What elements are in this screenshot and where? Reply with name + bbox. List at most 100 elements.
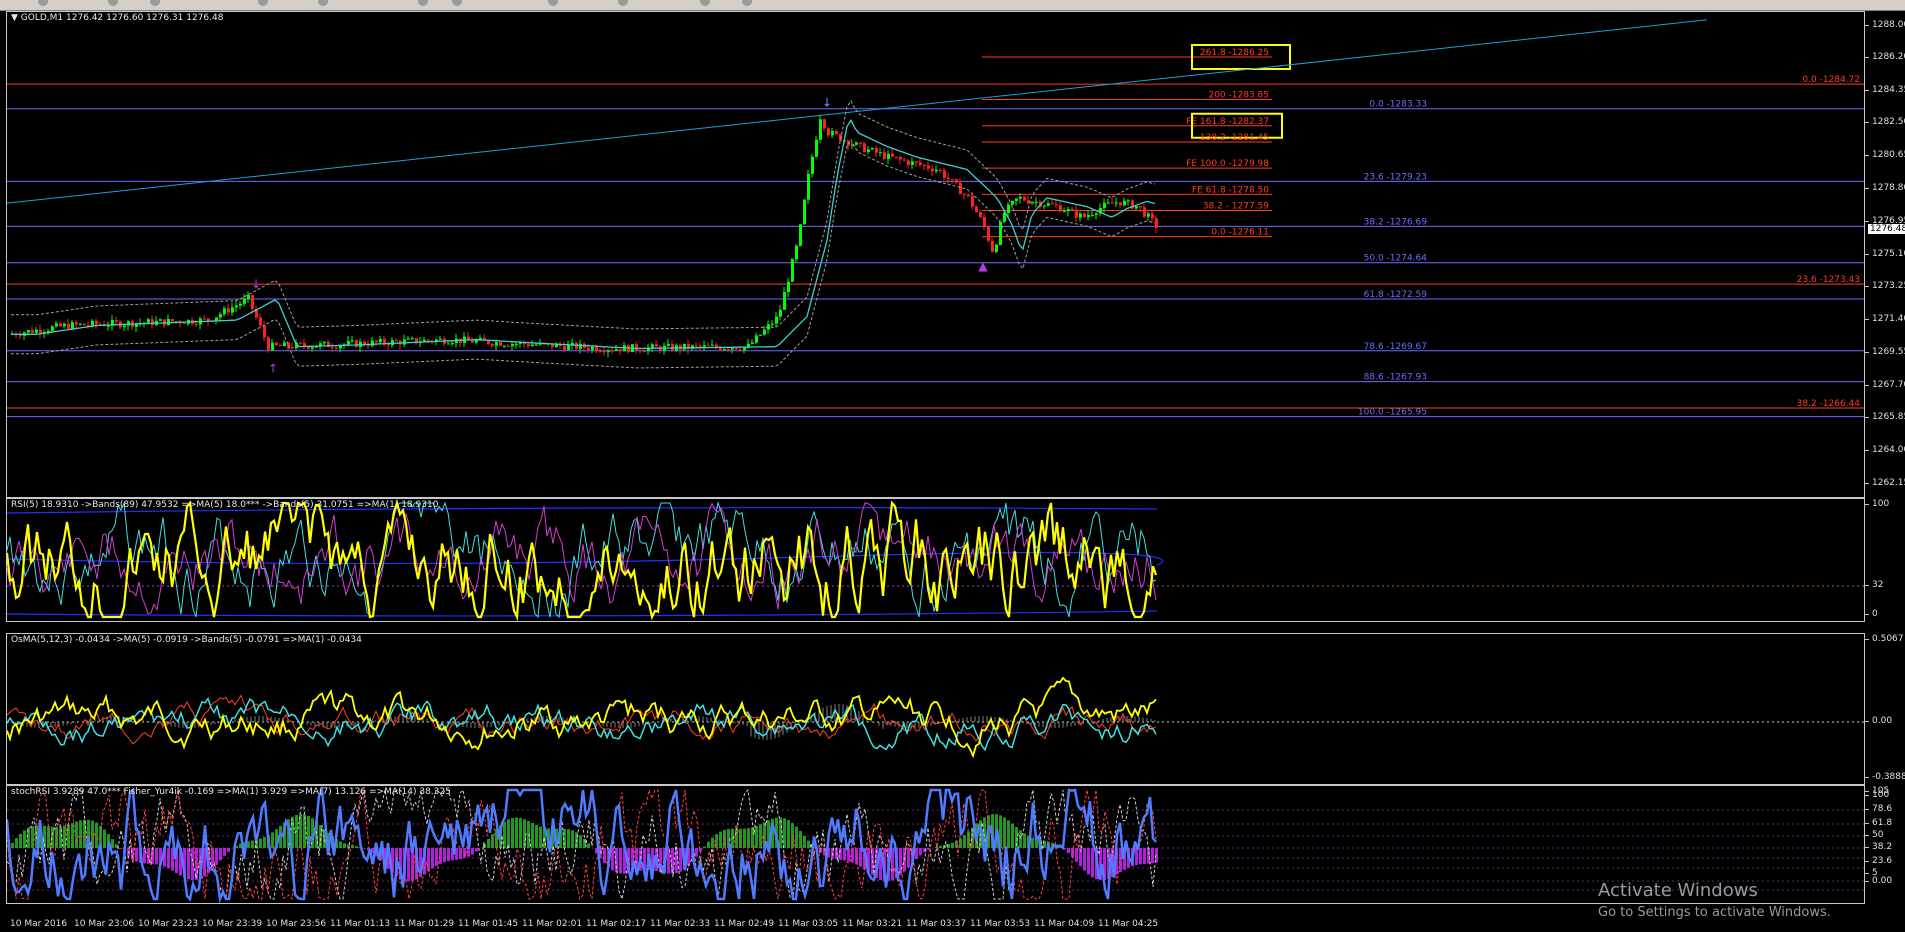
candle-body [223,308,226,314]
fib-level-label: 261.8 -1286.25 [1200,48,1269,58]
candle-body [151,319,154,325]
candle-body [1115,202,1118,203]
fib-level-label: 0.0 -1283.33 [1369,100,1427,110]
stochrsi-histogram-bar [759,824,762,848]
stochrsi-histogram-bar [463,848,466,858]
toolbar-icon[interactable] [742,0,752,6]
stochrsi-histogram-bar [1023,833,1026,848]
candle-body [1135,206,1138,208]
candle-body [355,340,358,347]
candle-body [527,344,530,346]
candle-body [1119,202,1122,205]
candle-body [1107,203,1110,204]
candle-body [171,319,174,322]
candle-body [619,349,622,351]
stochrsi-histogram-bar [79,820,82,848]
toolbar-icon[interactable] [418,0,428,6]
candle-body [475,340,478,342]
stochrsi-histogram-bar [1087,848,1090,874]
candle-body [1111,203,1114,204]
stochrsi-histogram-bar [1151,848,1154,863]
price-scale[interactable]: 1288.001286.201284.351282.501280.651278.… [1866,11,1905,496]
candle-body [51,326,54,330]
candle-body [183,323,186,324]
candle-body [271,343,274,351]
stochrsi-histogram-bar [711,838,714,848]
price-tick-label: 1265.85 [1872,412,1905,422]
stochrsi-histogram-bar [187,848,190,879]
price-chart-canvas[interactable]: 0.0 -1283.3323.6 -1279.2338.2 -1276.6950… [7,12,1864,497]
candle-body [115,320,118,322]
candle-body [991,241,994,252]
osma-title: OsMA(5,12,3) -0.0434 ->MA(5) -0.0919 ->B… [11,635,362,645]
price-chart-pane[interactable]: 0.0 -1283.3323.6 -1279.2338.2 -1276.6950… [6,11,1865,498]
fib-level-label: 200 -1283.85 [1208,91,1269,101]
stochrsi-histogram-bar [1031,838,1034,848]
stochrsi-histogram-bar [407,848,410,881]
candle-body [671,344,674,350]
candle-body [447,344,450,345]
candle-body [279,345,282,346]
stochrsi-histogram-bar [219,848,222,860]
stochrsi-histogram-bar [71,823,74,848]
rsi-indicator-pane[interactable]: RSI(5) 18.9310 ->Bands(89) 47.9532 =>MA(… [6,498,1865,622]
candle-body [863,143,866,152]
toolbar-icon[interactable] [150,0,160,6]
chart-window[interactable]: 0.0 -1283.3323.6 -1279.2338.2 -1276.6950… [4,11,1905,921]
candle-body [643,351,646,352]
toolbar-icon[interactable] [318,0,328,6]
stochrsi-histogram-bar [447,848,450,861]
candle-body [1043,206,1046,207]
candle-body [1091,215,1094,216]
stochrsi-histogram-bar [703,847,706,848]
price-tick-label: 1267.70 [1872,380,1905,390]
candle-body [807,174,810,200]
candle-body [775,317,778,324]
stochrsi-histogram-bar [95,823,98,848]
toolbar-icon[interactable] [258,0,268,6]
stochrsi-histogram-bar [907,848,910,867]
stochrsi-histogram-bar [363,848,366,849]
price-tick-label: 1269.55 [1872,347,1905,357]
stochrsi-indicator-pane[interactable]: stochRSI 3.9289 47.0*** Fisher_Yur4ik -0… [6,785,1865,904]
toolbar-icon[interactable] [700,0,710,6]
candle-body [59,323,62,326]
toolbar-icon[interactable] [548,0,558,6]
candle-body [1079,213,1082,217]
toolbar-icon[interactable] [452,0,462,6]
chart-title-text: GOLD,M1 1276.42 1276.60 1276.31 1276.48 [21,13,224,23]
stochrsi-histogram-bar [19,834,22,848]
price-tick-label: 1264.00 [1872,445,1905,455]
candle-body [735,348,738,349]
toolbar-icon[interactable] [108,0,118,6]
candle-body [967,194,970,195]
chart-symbol-title: ▼ GOLD,M1 1276.42 1276.60 1276.31 1276.4… [11,13,223,23]
toolbar-icon[interactable] [618,0,628,6]
candle-body [975,207,978,213]
candle-body [55,323,58,326]
fib-level-label: 23.6 -1273.43 [1797,275,1860,285]
stochrsi-histogram-bar [491,834,494,848]
stochrsi-histogram-bar [223,848,226,856]
stochrsi-histogram-bar [507,819,510,848]
price-tick-label: 1286.20 [1872,52,1905,62]
candle-body [1035,202,1038,203]
candle-body [587,348,590,350]
osma-indicator-pane[interactable]: OsMA(5,12,3) -0.0434 ->MA(5) -0.0919 ->B… [6,633,1865,785]
stochrsi-histogram-bar [1147,848,1150,864]
stochrsi-histogram-bar [143,848,146,863]
candle-body [1071,209,1074,210]
candle-body [943,170,946,177]
stochrsi-histogram-bar [355,846,358,848]
candle-body [535,345,538,346]
candle-body [71,322,74,329]
stochrsi-histogram-bar [339,841,342,848]
stochrsi-histogram-bar [1139,848,1142,864]
dropdown-arrow-icon[interactable]: ▼ [11,13,18,23]
candle-body [887,154,890,159]
candle-body [67,324,70,329]
toolbar-icon[interactable] [38,0,48,6]
candle-body [427,340,430,341]
stochrsi-histogram-bar [135,848,138,862]
candle-body [231,307,234,312]
